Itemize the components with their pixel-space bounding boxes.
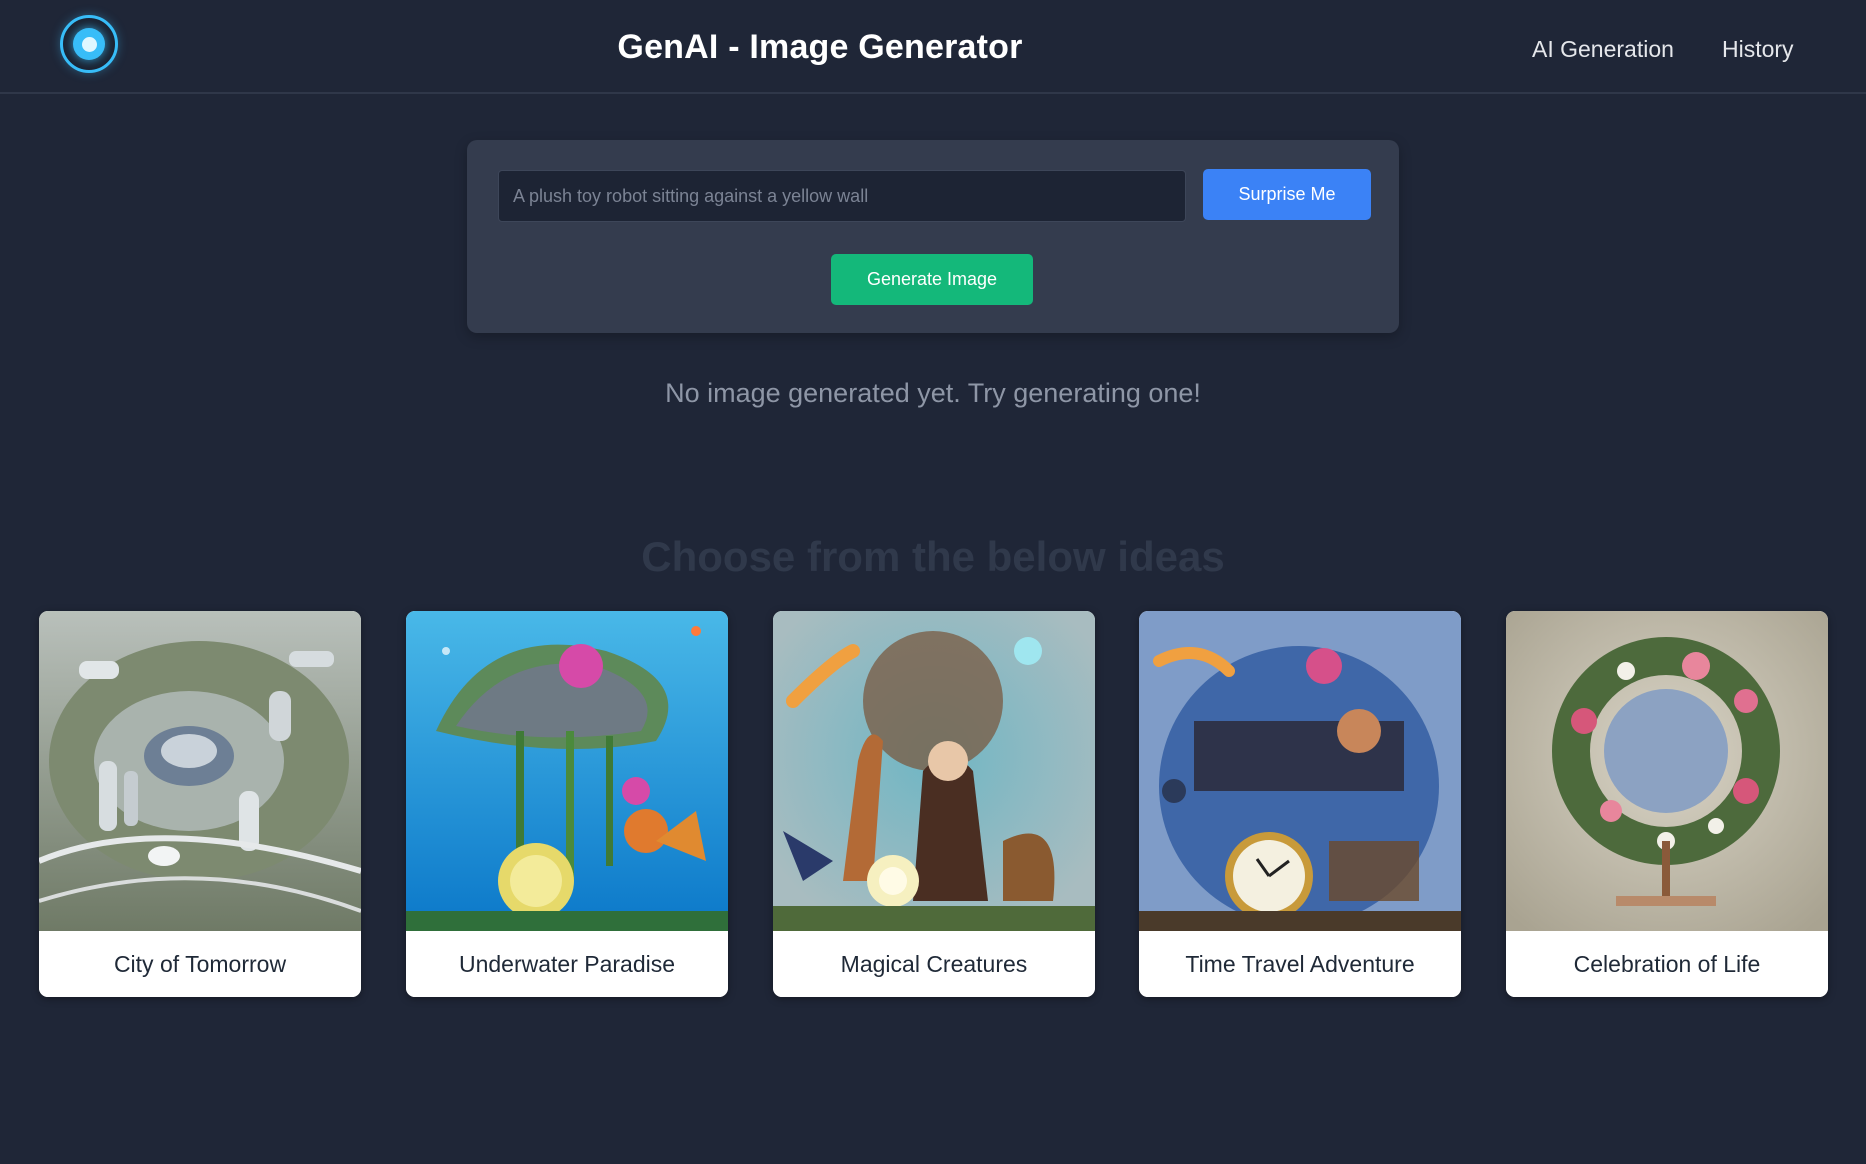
city-of-tomorrow-image (39, 611, 361, 931)
idea-card-label: City of Tomorrow (39, 931, 361, 997)
prompt-input[interactable] (498, 170, 1186, 222)
idea-card-celebration-of-life[interactable]: Celebration of Life (1506, 611, 1828, 997)
idea-card-label: Celebration of Life (1506, 931, 1828, 997)
empty-state-message: No image generated yet. Try generating o… (665, 378, 1201, 408)
idea-card-label: Time Travel Adventure (1139, 931, 1461, 997)
time-travel-adventure-image (1139, 611, 1461, 931)
nav-ai-generation-link[interactable]: AI Generation (1532, 36, 1674, 63)
magical-creatures-image (773, 611, 1095, 931)
idea-card-label: Magical Creatures (773, 931, 1095, 997)
underwater-paradise-image (406, 611, 728, 931)
app-page: GenAI - Image Generator AI Generation Hi… (0, 0, 1866, 1164)
ideas-heading: Choose from the below ideas (641, 533, 1225, 580)
page-title: GenAI - Image Generator (617, 28, 1023, 66)
prompt-panel: Surprise Me Generate Image (467, 140, 1399, 333)
idea-card-time-travel-adventure[interactable]: Time Travel Adventure (1139, 611, 1461, 997)
generate-image-button[interactable]: Generate Image (831, 254, 1033, 305)
idea-card-city-of-tomorrow[interactable]: City of Tomorrow (39, 611, 361, 997)
celebration-of-life-image (1506, 611, 1828, 931)
idea-card-underwater-paradise[interactable]: Underwater Paradise (406, 611, 728, 997)
idea-card-label: Underwater Paradise (406, 931, 728, 997)
surprise-me-button[interactable]: Surprise Me (1203, 169, 1371, 220)
top-navbar: GenAI - Image Generator AI Generation Hi… (0, 0, 1866, 94)
idea-card-magical-creatures[interactable]: Magical Creatures (773, 611, 1095, 997)
nav-history-link[interactable]: History (1722, 36, 1794, 63)
